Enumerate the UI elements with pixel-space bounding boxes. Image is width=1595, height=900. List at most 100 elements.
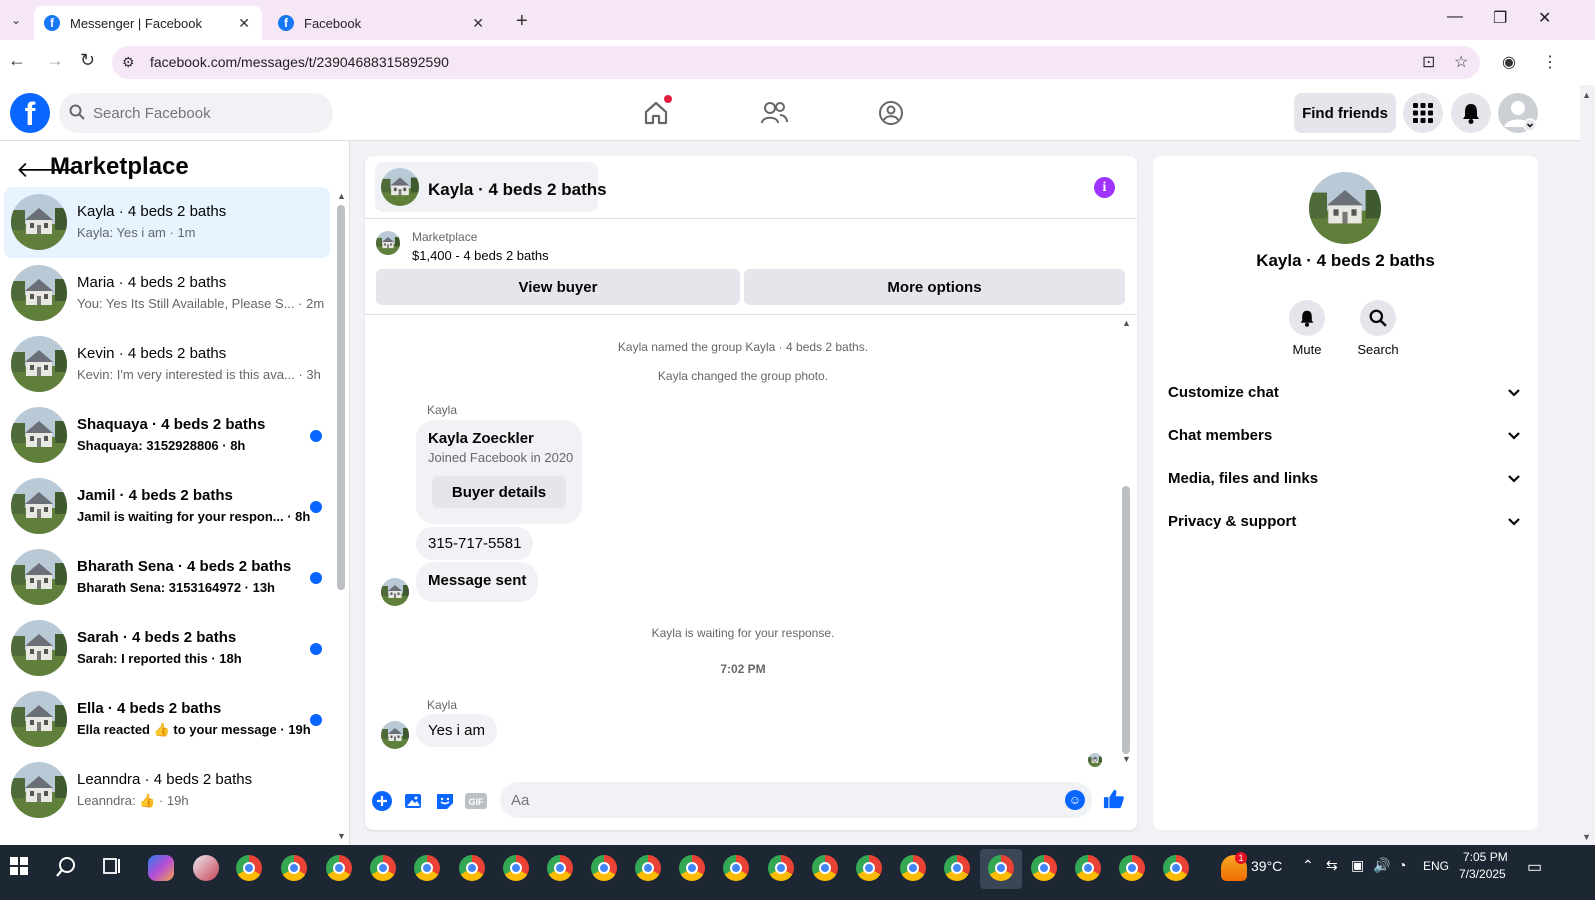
chat-scroll-up-icon[interactable]: ▲	[1122, 318, 1131, 328]
tab-messenger[interactable]: f Messenger | Facebook ✕	[34, 6, 262, 40]
chrome-window-icon[interactable]	[459, 855, 485, 881]
chrome-window-icon[interactable]	[768, 855, 794, 881]
gif-icon[interactable]: GIF	[465, 790, 487, 812]
restore-icon[interactable]: ❐	[1493, 8, 1507, 28]
forward-icon[interactable]: →	[46, 50, 64, 71]
reload-icon[interactable]: ↻	[80, 50, 95, 71]
windows-start-icon[interactable]	[8, 855, 34, 881]
chrome-window-icon[interactable]	[326, 855, 352, 881]
snipping-tool-icon[interactable]	[193, 855, 219, 881]
bookmark-star-icon[interactable]: ☆	[1454, 52, 1468, 72]
chrome-window-icon[interactable]	[944, 855, 970, 881]
listing-price[interactable]: $1,400 - 4 beds 2 baths	[412, 248, 549, 263]
sidebar-scroll-down-icon[interactable]: ▼	[337, 831, 346, 841]
privacy-support-row[interactable]: Privacy & support	[1168, 503, 1523, 543]
temperature[interactable]: 39°C	[1251, 858, 1282, 874]
address-bar[interactable]: ⚙ facebook.com/messages/t/23904688315892…	[112, 46, 1480, 79]
sender-avatar[interactable]	[381, 578, 409, 606]
conversation-item[interactable]: Maria · 4 beds 2 baths You: Yes Its Still…	[4, 258, 330, 329]
conversation-item[interactable]: Kevin · 4 beds 2 baths Kevin: I'm very in…	[4, 329, 330, 400]
search-input[interactable]	[93, 93, 323, 133]
conversation-item[interactable]: Jamil · 4 beds 2 baths Jamil is waiting f…	[4, 471, 330, 542]
mute-button[interactable]: Mute	[1277, 300, 1337, 357]
back-icon[interactable]: ←	[8, 50, 26, 71]
show-hidden-icons-icon[interactable]: ⌃	[1302, 857, 1314, 874]
tab-list-button[interactable]: ⌄	[4, 8, 28, 32]
photo-icon[interactable]	[403, 790, 425, 812]
emoji-icon[interactable]: ☺	[1065, 790, 1085, 810]
chat-scroll-down-icon[interactable]: ▼	[1122, 754, 1131, 764]
friends-icon[interactable]	[758, 97, 790, 129]
minimize-icon[interactable]: —	[1447, 8, 1463, 26]
tray-network-adapter-icon[interactable]: ⇆	[1326, 857, 1338, 874]
close-tab-icon[interactable]: ✕	[238, 15, 250, 32]
chrome-window-icon[interactable]	[281, 855, 307, 881]
media-files-links-row[interactable]: Media, files and links	[1168, 460, 1523, 500]
install-app-icon[interactable]: ⊡	[1422, 52, 1435, 72]
chrome-window-icon[interactable]	[723, 855, 749, 881]
message-input[interactable]	[500, 782, 1092, 818]
message-bubble[interactable]: 315-717-5581	[416, 527, 534, 560]
info-icon[interactable]: i	[1094, 177, 1115, 198]
tab-facebook[interactable]: f Facebook ✕	[268, 6, 496, 40]
notifications-bell-icon[interactable]	[1451, 93, 1491, 133]
find-friends-button[interactable]: Find friends	[1294, 93, 1396, 133]
group-avatar[interactable]	[1309, 172, 1381, 244]
home-icon[interactable]	[640, 95, 672, 129]
chat-members-row[interactable]: Chat members	[1168, 417, 1523, 457]
new-tab-icon[interactable]: +	[516, 10, 528, 33]
customize-chat-row[interactable]: Customize chat	[1168, 374, 1523, 414]
close-window-icon[interactable]: ✕	[1538, 8, 1551, 28]
buyer-details-button[interactable]: Buyer details	[432, 476, 566, 508]
profile-icon[interactable]: ◉	[1502, 52, 1516, 72]
site-settings-icon[interactable]: ⚙	[122, 54, 135, 71]
message-bubble[interactable]: Yes i am	[416, 714, 497, 747]
menu-grid-icon[interactable]	[1403, 93, 1443, 133]
facebook-logo-icon[interactable]: f	[10, 93, 50, 133]
sender-avatar[interactable]	[381, 721, 409, 749]
chrome-window-icon[interactable]	[414, 855, 440, 881]
conversation-item[interactable]: Bharath Sena · 4 beds 2 baths Bharath Sen…	[4, 542, 330, 613]
chrome-window-icon[interactable]	[988, 855, 1014, 881]
clock-date[interactable]: 7/3/2025	[1459, 867, 1506, 881]
conversation-item[interactable]: Leanndra · 4 beds 2 baths Leanndra: 👍 · 1…	[4, 755, 330, 826]
conversation-item[interactable]: Kayla · 4 beds 2 baths Kayla: Yes i am · …	[4, 187, 330, 258]
chrome-window-icon[interactable]	[635, 855, 661, 881]
thumbs-up-icon[interactable]	[1103, 788, 1125, 810]
view-buyer-button[interactable]: View buyer	[376, 269, 740, 305]
chrome-window-icon[interactable]	[1031, 855, 1057, 881]
sidebar-scrollbar[interactable]	[337, 205, 345, 590]
plus-icon[interactable]	[371, 790, 393, 812]
conversation-item[interactable]: Ella · 4 beds 2 baths Ella reacted 👍 to y…	[4, 684, 330, 755]
tray-device-icon[interactable]: ▣	[1351, 857, 1364, 874]
page-scroll-down-icon[interactable]: ▼	[1582, 832, 1591, 842]
chrome-window-icon[interactable]	[679, 855, 705, 881]
chrome-window-icon[interactable]	[1075, 855, 1101, 881]
chrome-window-icon[interactable]	[1163, 855, 1189, 881]
listing-thumbnail[interactable]	[376, 231, 400, 255]
account-avatar[interactable]	[1498, 93, 1538, 133]
taskbar-search-icon[interactable]	[54, 855, 80, 881]
chrome-window-icon[interactable]	[236, 855, 262, 881]
conversation-item[interactable]: Shaquaya · 4 beds 2 baths Shaquaya: 31529…	[4, 400, 330, 471]
volume-icon[interactable]: 🔊	[1373, 857, 1390, 874]
chrome-window-icon[interactable]	[900, 855, 926, 881]
more-options-button[interactable]: More options	[744, 269, 1125, 305]
message-bubble[interactable]: Message sent	[416, 562, 539, 602]
groups-icon[interactable]	[875, 97, 907, 129]
notification-center-icon[interactable]: ▭	[1527, 857, 1542, 877]
chrome-window-icon[interactable]	[547, 855, 573, 881]
chrome-window-icon[interactable]	[370, 855, 396, 881]
chat-scrollbar[interactable]	[1122, 486, 1130, 754]
chrome-window-icon[interactable]	[1119, 855, 1145, 881]
chrome-window-icon[interactable]	[856, 855, 882, 881]
chrome-window-icon[interactable]	[503, 855, 529, 881]
search-in-chat-button[interactable]: Search	[1348, 300, 1408, 357]
wifi-icon[interactable]: ◔	[1398, 857, 1406, 873]
chrome-window-icon[interactable]	[591, 855, 617, 881]
search-box[interactable]	[59, 93, 333, 133]
close-tab-icon[interactable]: ✕	[472, 15, 484, 32]
conversation-item[interactable]: Sarah · 4 beds 2 baths Sarah: I reported …	[4, 613, 330, 684]
menu-kebab-icon[interactable]: ⋮	[1542, 52, 1558, 72]
clock-time[interactable]: 7:05 PM	[1463, 850, 1508, 864]
